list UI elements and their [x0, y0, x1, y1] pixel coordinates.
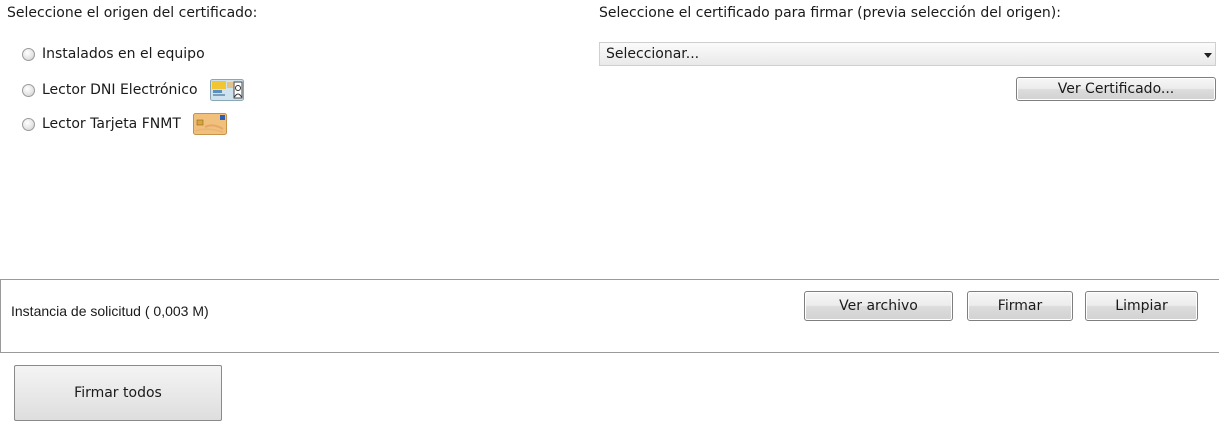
certificate-select-value: Seleccionar... — [606, 46, 700, 62]
radio-button[interactable] — [22, 47, 35, 61]
sign-all-button[interactable]: Firmar todos — [14, 365, 222, 421]
view-file-button[interactable]: Ver archivo — [804, 291, 953, 321]
radio-label: Instalados en el equipo — [42, 46, 205, 62]
view-certificate-button[interactable]: Ver Certificado... — [1016, 77, 1216, 101]
radio-option-fnmt[interactable]: Lector Tarjeta FNMT — [22, 112, 227, 136]
clear-button[interactable]: Limpiar — [1085, 291, 1198, 321]
certificate-select[interactable]: Seleccionar... — [599, 42, 1216, 66]
fnmt-card-icon — [192, 113, 227, 135]
radio-option-installed[interactable]: Instalados en el equipo — [22, 42, 205, 66]
origin-heading: Seleccione el origen del certificado: — [7, 5, 258, 21]
document-panel: Instancia de solicitud ( 0,003 M) Ver ar… — [0, 279, 1219, 353]
radio-label: Lector DNI Electrónico — [42, 82, 198, 98]
certificate-heading: Seleccione el certificado para firmar (p… — [599, 5, 1061, 21]
radio-button[interactable] — [22, 117, 35, 131]
radio-option-dni[interactable]: Lector DNI Electrónico — [22, 78, 244, 102]
radio-button[interactable] — [22, 83, 35, 97]
dni-card-icon — [209, 79, 244, 101]
sign-button[interactable]: Firmar — [967, 291, 1073, 321]
chevron-down-icon[interactable] — [1204, 53, 1212, 58]
document-label: Instancia de solicitud ( 0,003 M) — [11, 303, 209, 319]
radio-label: Lector Tarjeta FNMT — [42, 116, 181, 132]
